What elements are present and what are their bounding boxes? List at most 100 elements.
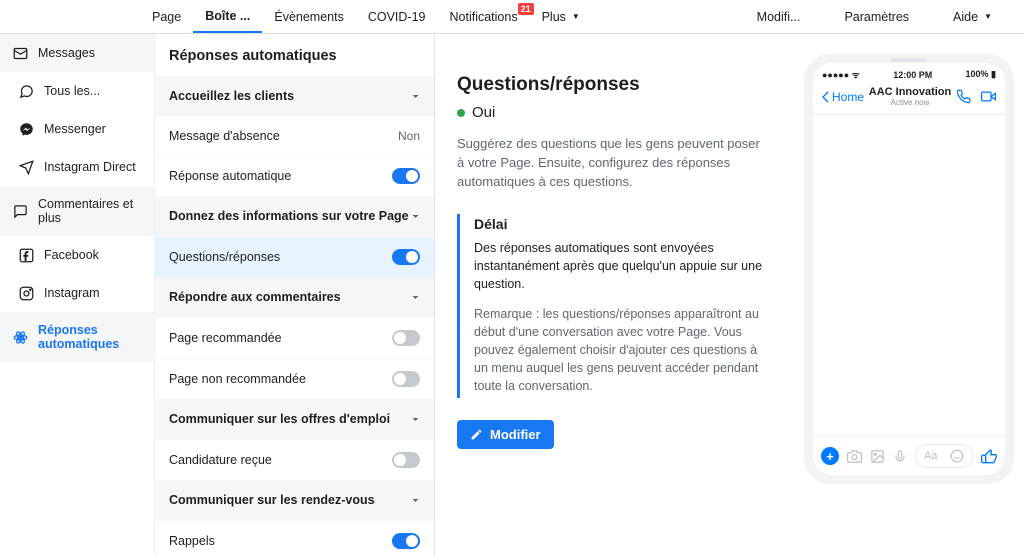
toggle-switch[interactable] bbox=[392, 371, 420, 387]
topnav-label: Évènements bbox=[274, 10, 343, 24]
category-label: Communiquer sur les offres d'emploi bbox=[169, 412, 390, 426]
option-label: Questions/réponses bbox=[169, 250, 280, 264]
phone-screen: ●●●●● ᯤ 12:00 PM 100% ▮ Home AAC Innovat… bbox=[813, 63, 1005, 475]
edit-button[interactable]: Modifier bbox=[457, 420, 554, 449]
category-label: Accueillez les clients bbox=[169, 89, 294, 103]
category-label: Communiquer sur les rendez-vous bbox=[169, 493, 375, 507]
option-label: Réponse automatique bbox=[169, 169, 291, 183]
sidebar-item[interactable]: Instagram Direct bbox=[0, 148, 154, 186]
settings-option-row[interactable]: Questions/réponses bbox=[155, 236, 434, 277]
sidebar-item[interactable]: Réponses automatiques bbox=[0, 312, 154, 362]
topnav-item[interactable]: Aide▼ bbox=[941, 2, 1004, 32]
video-icon[interactable] bbox=[980, 89, 997, 104]
content-title: Questions/réponses bbox=[457, 74, 782, 96]
topnav-item[interactable]: COVID-19 bbox=[356, 1, 438, 33]
topnav-item[interactable]: Notifications21 bbox=[438, 1, 530, 33]
sidebar-item-label: Tous les... bbox=[44, 84, 100, 98]
phone-title-block: AAC Innovation Active now bbox=[864, 86, 956, 107]
phone-input-bar: + Aa bbox=[813, 436, 1005, 475]
option-label: Rappels bbox=[169, 534, 215, 548]
content-panel: Questions/réponses Oui Suggérez des ques… bbox=[435, 34, 804, 557]
sidebar-item-label: Réponses automatiques bbox=[38, 323, 142, 351]
option-label: Page recommandée bbox=[169, 331, 282, 345]
topnav-item[interactable]: Boîte ... bbox=[193, 1, 262, 33]
phone-call-icon[interactable] bbox=[956, 89, 971, 104]
topnav-label: Page bbox=[152, 10, 181, 24]
emoji-icon[interactable] bbox=[950, 449, 964, 463]
callout-paragraph: Des réponses automatiques sont envoyées … bbox=[474, 239, 767, 293]
chevron-down-icon bbox=[411, 293, 420, 302]
topnav-right: Modifi... Paramètres Aide▼ bbox=[745, 2, 1004, 32]
topnav-label: Aide bbox=[953, 10, 978, 24]
chevron-down-icon: ▼ bbox=[572, 12, 580, 21]
topnav-item[interactable]: Paramètres bbox=[832, 2, 921, 32]
edit-button-label: Modifier bbox=[490, 427, 541, 442]
option-label: Message d'absence bbox=[169, 129, 280, 143]
sidebar-item[interactable]: Messages bbox=[0, 34, 154, 72]
signal-icon: ●●●●● ᯤ bbox=[822, 68, 860, 81]
settings-title: Réponses automatiques bbox=[155, 34, 434, 76]
toggle-switch[interactable] bbox=[392, 452, 420, 468]
settings-category-header[interactable]: Donnez des informations sur votre Page bbox=[155, 196, 434, 236]
topnav-item[interactable]: Évènements bbox=[262, 1, 355, 33]
status-text: Oui bbox=[472, 104, 495, 121]
phone-title: AAC Innovation bbox=[864, 86, 956, 98]
settings-category-header[interactable]: Communiquer sur les rendez-vous bbox=[155, 480, 434, 520]
sidebar-item[interactable]: Commentaires et plus bbox=[0, 186, 154, 236]
topnav-item[interactable]: Plus▼ bbox=[530, 1, 592, 33]
settings-category-header[interactable]: Accueillez les clients bbox=[155, 76, 434, 116]
toggle-switch[interactable] bbox=[392, 249, 420, 265]
sidebar-item-label: Commentaires et plus bbox=[38, 197, 142, 225]
sidebar-item[interactable]: Facebook bbox=[0, 236, 154, 274]
sidebar-item[interactable]: Instagram bbox=[0, 274, 154, 312]
phone-back-label: Home bbox=[832, 90, 864, 104]
chevron-down-icon bbox=[411, 496, 420, 505]
callout-title: Délai bbox=[474, 216, 767, 232]
phone-subtitle: Active now bbox=[864, 98, 956, 107]
chevron-down-icon bbox=[411, 212, 420, 221]
plus-icon[interactable]: + bbox=[821, 447, 839, 465]
atom-icon bbox=[12, 329, 28, 345]
settings-category-header[interactable]: Communiquer sur les offres d'emploi bbox=[155, 399, 434, 439]
phone-speaker-icon bbox=[891, 58, 927, 62]
settings-option-row[interactable]: Rappels bbox=[155, 520, 434, 557]
settings-option-row[interactable]: Page non recommandée bbox=[155, 358, 434, 399]
topnav-item[interactable]: Modifi... bbox=[745, 2, 813, 32]
send-icon bbox=[18, 159, 34, 175]
settings-option-row[interactable]: Candidature reçue bbox=[155, 439, 434, 480]
topnav-label: Notifications bbox=[450, 10, 518, 24]
sidebar-item-label: Instagram bbox=[44, 286, 100, 300]
option-state-text: Non bbox=[398, 129, 420, 143]
settings-option-row[interactable]: Page recommandée bbox=[155, 317, 434, 358]
messages-icon bbox=[12, 45, 28, 61]
sidebar-item[interactable]: Messenger bbox=[0, 110, 154, 148]
top-navigation: PageBoîte ...ÉvènementsCOVID-19Notificat… bbox=[0, 0, 1024, 34]
phone-header-icons bbox=[956, 89, 997, 104]
phone-text-input[interactable]: Aa bbox=[915, 444, 973, 468]
thumbs-up-icon[interactable] bbox=[981, 448, 997, 464]
topnav-item[interactable]: Page bbox=[140, 1, 193, 33]
camera-icon[interactable] bbox=[847, 449, 862, 464]
settings-option-row[interactable]: Réponse automatique bbox=[155, 155, 434, 196]
image-icon[interactable] bbox=[870, 449, 885, 464]
main-layout: Messages Tous les... Messenger Instagram Di… bbox=[0, 34, 1024, 557]
sidebar-item-label: Instagram Direct bbox=[44, 160, 136, 174]
mic-icon[interactable] bbox=[893, 449, 907, 464]
phone-placeholder: Aa bbox=[924, 450, 937, 462]
pencil-icon bbox=[470, 428, 483, 441]
toggle-switch[interactable] bbox=[392, 533, 420, 549]
sidebar-item[interactable]: Tous les... bbox=[0, 72, 154, 110]
category-label: Donnez des informations sur votre Page bbox=[169, 209, 409, 223]
toggle-switch[interactable] bbox=[392, 168, 420, 184]
chevron-down-icon bbox=[411, 415, 420, 424]
content-description: Suggérez des questions que les gens peuv… bbox=[457, 135, 767, 192]
settings-category-header[interactable]: Répondre aux commentaires bbox=[155, 277, 434, 317]
facebook-icon bbox=[18, 247, 34, 263]
settings-option-row[interactable]: Message d'absence Non bbox=[155, 116, 434, 155]
phone-conversation-body bbox=[813, 115, 1005, 436]
sidebar-item-label: Facebook bbox=[44, 248, 99, 262]
topnav-label: Paramètres bbox=[844, 10, 909, 24]
phone-back-button[interactable]: Home bbox=[821, 90, 864, 104]
toggle-switch[interactable] bbox=[392, 330, 420, 346]
phone-header: Home AAC Innovation Active now bbox=[813, 83, 1005, 115]
